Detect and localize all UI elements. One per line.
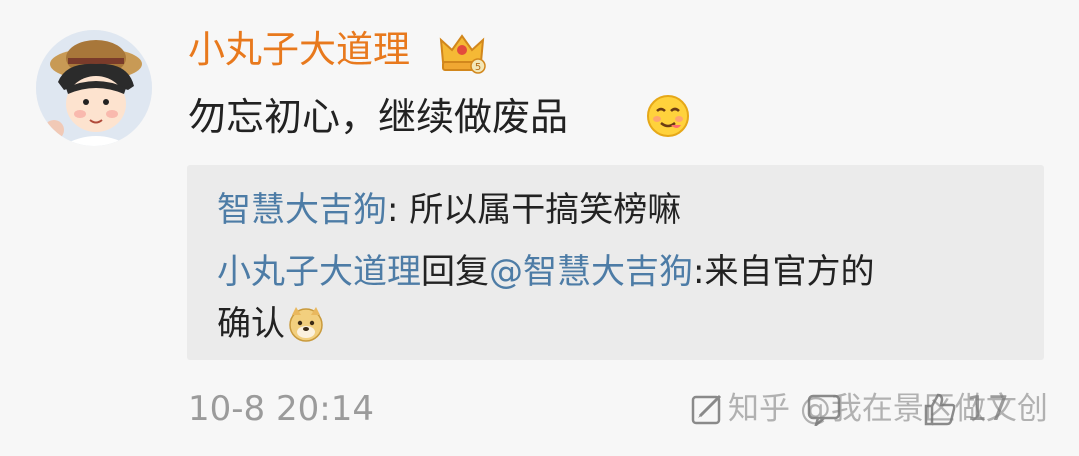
post-timestamp: 10-8 20:14 <box>188 389 374 429</box>
quoted-comment-line: 智慧大吉狗: 所以属干搞笑榜嘛 <box>217 189 681 231</box>
reply-text: :来自官方的 <box>693 252 875 292</box>
avatar[interactable] <box>36 30 152 146</box>
watermark-text: 知乎 @我在景区做文创 <box>728 391 1048 427</box>
repost-icon[interactable] <box>690 392 726 426</box>
reply-label: 回复 <box>421 252 489 292</box>
quoted-comment-text: : 所以属干搞笑榜嘛 <box>387 190 682 230</box>
svg-text:5: 5 <box>475 62 481 73</box>
post-text: 勿忘初心，继续做废品 <box>188 95 569 139</box>
savoring-face-icon <box>645 93 691 139</box>
quoted-user-link[interactable]: 智慧大吉狗 <box>217 190 387 230</box>
reply-line: 小丸子大道理回复@智慧大吉狗:来自官方的 <box>217 251 874 293</box>
reply-text-continued: 确认 <box>217 304 285 344</box>
mention-link[interactable]: @智慧大吉狗 <box>489 252 693 292</box>
reply-user-link[interactable]: 小丸子大道理 <box>217 252 421 292</box>
reply-line-continued: 确认 <box>217 303 325 345</box>
quoted-comment-box[interactable]: 智慧大吉狗: 所以属干搞笑榜嘛 小丸子大道理回复@智慧大吉狗:来自官方的 确认 <box>187 165 1044 360</box>
crown-icon[interactable]: 5 <box>438 30 486 74</box>
username-link[interactable]: 小丸子大道理 <box>188 28 410 72</box>
doge-icon <box>287 305 325 343</box>
